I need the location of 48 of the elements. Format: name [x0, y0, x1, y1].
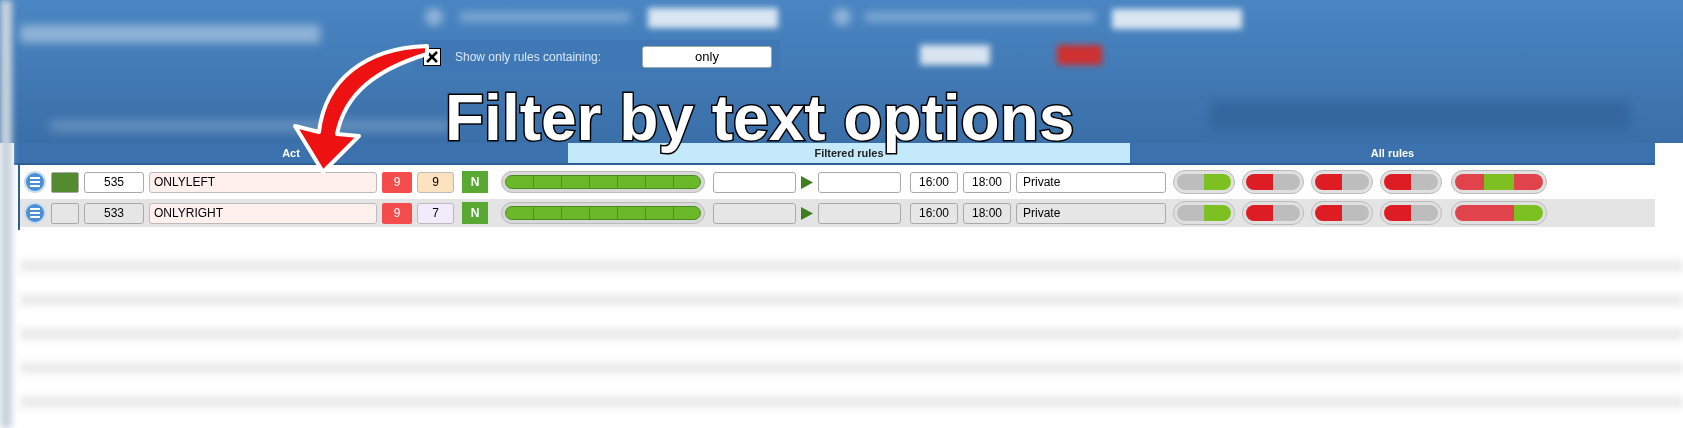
toggle-switch[interactable]	[1311, 201, 1373, 225]
name-field[interactable]: ONLYLEFT	[149, 171, 377, 193]
flag-badge: N	[462, 171, 488, 193]
play-icon	[801, 206, 813, 220]
switch-segment[interactable]	[1484, 205, 1514, 221]
switch-segment[interactable]	[1455, 205, 1485, 221]
switch-segment[interactable]	[1513, 174, 1543, 190]
play-icon	[801, 175, 813, 189]
count-field[interactable]: 7	[417, 202, 454, 224]
toggle-switch[interactable]	[1311, 170, 1373, 194]
flag-badge: N	[462, 202, 488, 224]
input-field[interactable]	[713, 202, 796, 224]
time-field[interactable]: 16:00	[910, 202, 958, 224]
visibility-field[interactable]: Private	[1016, 202, 1166, 224]
menu-icon[interactable]	[24, 171, 46, 193]
filter-input-field[interactable]: only	[642, 45, 772, 68]
menu-icon[interactable]	[24, 202, 46, 224]
count-field[interactable]: 9	[417, 171, 454, 193]
input-field[interactable]	[713, 171, 796, 193]
tab[interactable]: All rules	[1130, 143, 1655, 163]
time-field[interactable]: 18:00	[963, 202, 1011, 224]
rule-row[interactable]: 533 ONLYRIGHT 9 7 N 16:00 18:00 Private	[20, 199, 1655, 227]
blurred-field	[920, 45, 990, 65]
color-swatch[interactable]	[51, 171, 79, 193]
input-field[interactable]	[818, 171, 901, 193]
blurred-patch	[833, 8, 851, 26]
toggle-switch[interactable]	[1173, 170, 1235, 194]
switch-segment[interactable]	[1513, 205, 1543, 221]
count-badge: 9	[382, 171, 412, 193]
id-field[interactable]: 533	[84, 202, 144, 224]
filter-label: Show only rules containing:	[455, 48, 602, 66]
toggle-switch[interactable]	[1173, 201, 1235, 225]
time-field[interactable]: 16:00	[910, 171, 958, 193]
switch-segment[interactable]	[1455, 174, 1485, 190]
color-swatch[interactable]	[51, 202, 79, 224]
toggle-switch[interactable]	[1380, 201, 1442, 225]
toggle-switch[interactable]	[1380, 170, 1442, 194]
toggle-switch[interactable]	[1242, 170, 1304, 194]
count-badge: 9	[382, 202, 412, 224]
switch-segment[interactable]	[1484, 174, 1514, 190]
visibility-field[interactable]: Private	[1016, 171, 1166, 193]
toggle-switch[interactable]	[1242, 201, 1304, 225]
input-field[interactable]	[818, 202, 901, 224]
time-field[interactable]: 18:00	[963, 171, 1011, 193]
id-field[interactable]: 535	[84, 171, 144, 193]
blurred-patch	[425, 8, 443, 26]
tab[interactable]: Act	[14, 143, 568, 163]
name-field[interactable]: ONLYRIGHT	[149, 202, 377, 224]
